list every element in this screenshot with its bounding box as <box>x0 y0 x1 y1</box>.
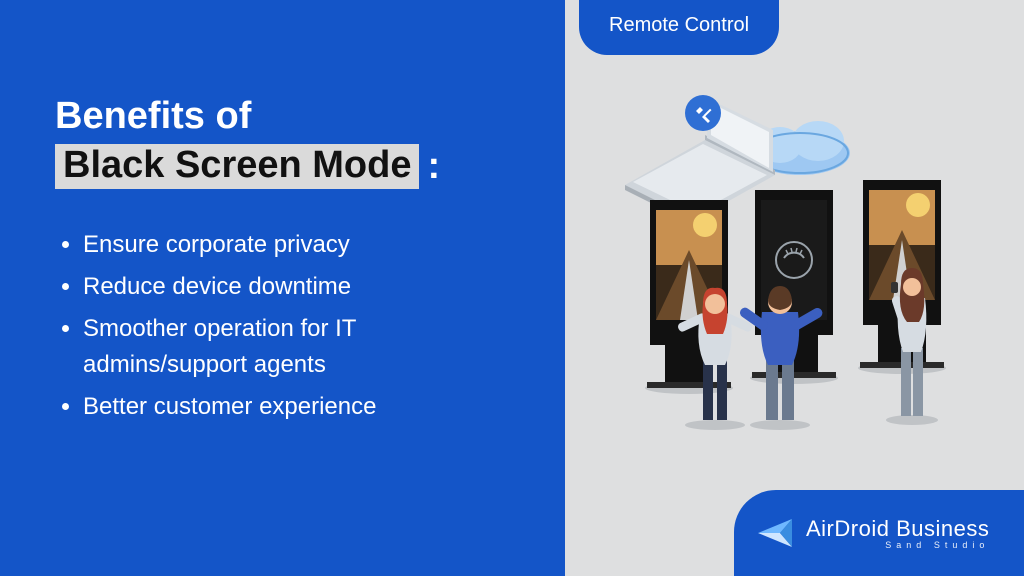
brand-name: AirDroid Business <box>806 516 989 542</box>
brand-text: AirDroid Business Sand Studio <box>806 516 989 550</box>
bullet-item: Smoother operation for IT admins/support… <box>83 311 525 383</box>
tools-icon <box>685 95 721 131</box>
bullet-item: Ensure corporate privacy <box>83 227 525 263</box>
top-tab-label: Remote Control <box>609 14 749 36</box>
title-line1: Benefits of <box>55 95 525 138</box>
title-highlight: Black Screen Mode <box>55 144 419 189</box>
top-tab: Remote Control <box>579 0 779 55</box>
right-panel: Remote Control <box>565 0 1024 576</box>
left-panel: Benefits of Black Screen Mode : Ensure c… <box>0 0 565 576</box>
bullet-item: Reduce device downtime <box>83 269 525 305</box>
slide: Benefits of Black Screen Mode : Ensure c… <box>0 0 1024 576</box>
brand-badge: AirDroid Business Sand Studio <box>734 490 1024 576</box>
title-line2-wrap: Black Screen Mode : <box>55 144 440 189</box>
brand-logo-icon <box>756 513 796 553</box>
title-colon: : <box>427 145 440 188</box>
bullet-list: Ensure corporate privacy Reduce device d… <box>55 227 525 425</box>
brand-subtitle: Sand Studio <box>806 540 989 550</box>
illustration <box>595 95 995 435</box>
bullet-item: Better customer experience <box>83 389 525 425</box>
